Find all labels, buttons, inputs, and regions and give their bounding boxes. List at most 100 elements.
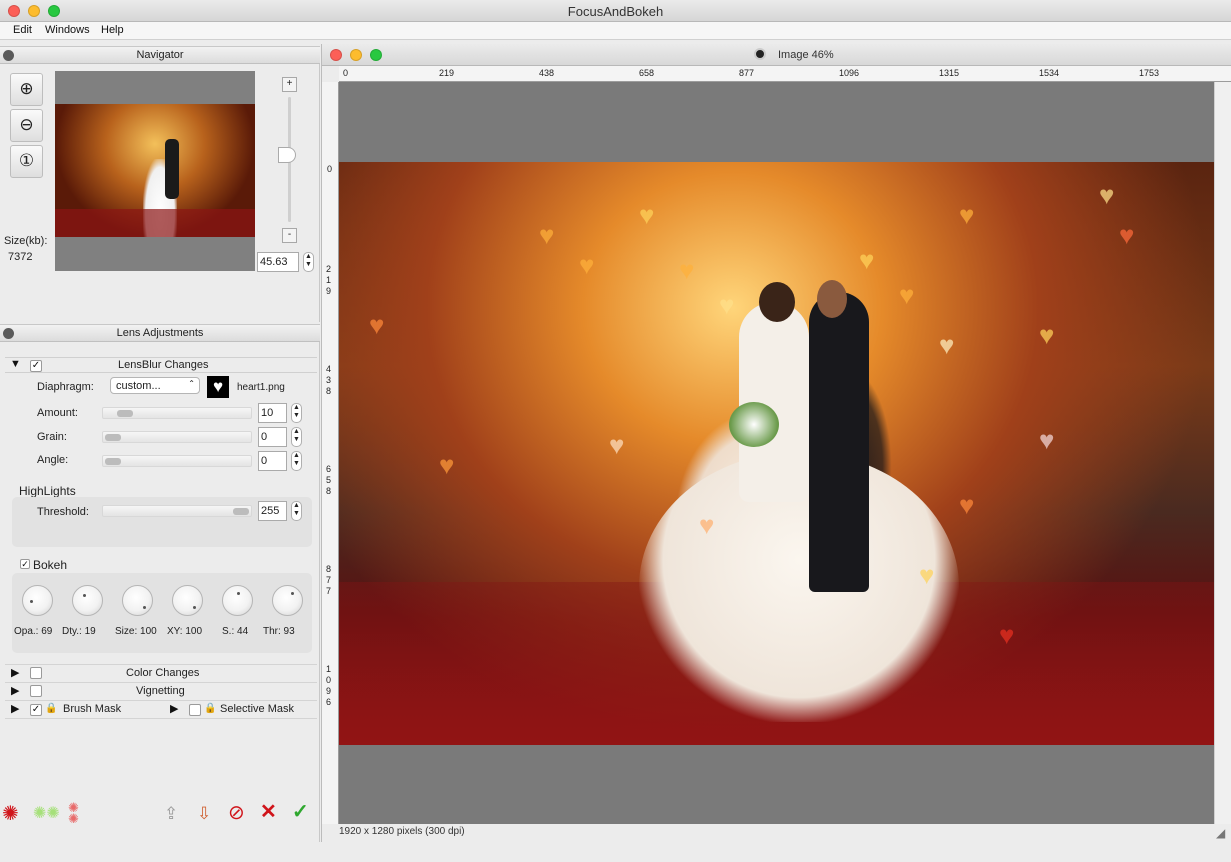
ruler-tick: 877 <box>326 564 332 596</box>
lock-icon[interactable]: 🔒 <box>45 703 57 714</box>
ruler-tick: 658 <box>326 464 332 496</box>
image-zoom-button[interactable] <box>370 49 382 61</box>
bokeh-heart: ♥ <box>959 490 975 520</box>
density-dial[interactable] <box>72 585 103 616</box>
lens-title: Lens Adjustments <box>116 327 204 339</box>
selective-mask-label: Selective Mask <box>220 703 294 715</box>
selective-mask-disclosure-icon[interactable]: ▶ <box>170 702 178 715</box>
angle-slider[interactable] <box>102 455 252 467</box>
bokeh-checkbox[interactable]: ✓ <box>20 559 30 569</box>
bokeh-heart: ♥ <box>1039 320 1055 350</box>
ruler-tick: 1753 <box>1139 68 1160 78</box>
bokeh-green-flower-icon[interactable]: ✺✺ <box>33 804 60 824</box>
zoom-plus-button[interactable]: + <box>282 77 297 92</box>
app-titlebar: FocusAndBokeh <box>0 0 1231 22</box>
panel-detach-icon[interactable] <box>3 50 14 61</box>
lensblur-label: LensBlur Changes <box>118 359 209 371</box>
amount-stepper[interactable]: ▲ ▼ <box>291 403 302 423</box>
bokeh-heart: ♥ <box>1119 220 1135 250</box>
dial-indicator <box>83 594 86 597</box>
import-icon[interactable]: ⇩ <box>197 804 211 824</box>
image-minimize-button[interactable] <box>350 49 362 61</box>
grain-field[interactable]: 0 <box>258 427 287 447</box>
ruler-tick: 219 <box>439 68 455 78</box>
vignetting-checkbox[interactable] <box>30 685 42 697</box>
threshold-slider-knob[interactable] <box>233 508 249 515</box>
panel-detach-icon[interactable] <box>3 328 14 339</box>
resize-grip-icon[interactable]: ◢ <box>1216 826 1225 840</box>
bouquet-shape <box>729 402 779 447</box>
vignetting-disclosure-icon[interactable]: ▶ <box>11 684 19 697</box>
apply-icon[interactable]: ✓ <box>292 802 309 822</box>
navigator-title: Navigator <box>136 49 184 61</box>
amount-slider-knob[interactable] <box>117 410 133 417</box>
grain-stepper[interactable]: ▲ ▼ <box>291 427 302 447</box>
xy-dial[interactable] <box>172 585 203 616</box>
zoom-stepper[interactable]: ▲ ▼ <box>303 252 314 272</box>
bokeh-red-flower-icon[interactable]: ✺ <box>2 804 19 824</box>
bokeh-mixed-flower-icon[interactable]: ✺ ✺ <box>68 801 79 825</box>
menu-edit[interactable]: Edit <box>13 24 32 36</box>
diaphragm-select-value: custom... <box>116 380 161 392</box>
size-value: 7372 <box>8 251 33 263</box>
saturation-dial[interactable] <box>222 585 253 616</box>
ruler-tick: 438 <box>326 364 332 396</box>
cancel-icon[interactable]: ✕ <box>260 802 277 822</box>
menu-help[interactable]: Help <box>101 24 124 36</box>
bokeh-heart: ♥ <box>859 245 875 275</box>
reset-icon[interactable]: ⊘ <box>228 803 245 823</box>
angle-stepper[interactable]: ▲ ▼ <box>291 451 302 471</box>
brush-mask-label: Brush Mask <box>63 703 122 715</box>
xy-dial-label: XY: 100 <box>167 626 203 637</box>
ruler-tick: 0 <box>343 68 349 78</box>
opacity-dial[interactable] <box>22 585 53 616</box>
bokeh-group <box>12 573 312 653</box>
navigator-preview-image[interactable] <box>55 104 255 237</box>
image-window-titlebar: Image 46% <box>322 44 1231 66</box>
brush-mask-disclosure-icon[interactable]: ▶ <box>11 702 19 715</box>
brush-mask-checkbox[interactable]: ✓ <box>30 704 42 716</box>
bokeh-heart: ♥ <box>959 200 975 230</box>
image-window-title: Image 46% <box>778 49 834 61</box>
lensblur-disclosure-icon[interactable]: ▼ <box>10 358 21 370</box>
zoom-minus-button[interactable]: - <box>282 228 297 243</box>
color-changes-disclosure-icon[interactable]: ▶ <box>11 666 19 679</box>
color-changes-checkbox[interactable] <box>30 667 42 679</box>
lensblur-checkbox[interactable]: ✓ <box>30 360 42 372</box>
edited-photo[interactable]: ♥ ♥ ♥ ♥ ♥ ♥ ♥ ♥ ♥ ♥ ♥ ♥ ♥ ♥ ♥ ♥ ♥ ♥ ♥ ♥ <box>339 162 1214 745</box>
diaphragm-select[interactable]: custom... ⌃ <box>110 377 200 394</box>
vertical-scrollbar[interactable] <box>1214 82 1231 824</box>
bokeh-heart: ♥ <box>679 255 695 285</box>
threshold-dial-label: Thr: 93 <box>263 626 295 637</box>
threshold-dial[interactable] <box>272 585 303 616</box>
export-icon[interactable]: ⇪ <box>164 804 178 824</box>
size-dial-label: Size: 100 <box>115 626 157 637</box>
image-close-button[interactable] <box>330 49 342 61</box>
menu-windows[interactable]: Windows <box>45 24 90 36</box>
ruler-tick: 1534 <box>1039 68 1060 78</box>
threshold-field[interactable]: 255 <box>258 501 287 521</box>
zoom-slider-knob[interactable] <box>278 147 296 163</box>
image-window: Image 46% 0 219 438 658 877 1096 1315 15… <box>321 44 1231 842</box>
grain-slider[interactable] <box>102 431 252 443</box>
grain-slider-knob[interactable] <box>105 434 121 441</box>
bokeh-heart: ♥ <box>609 430 625 460</box>
angle-field[interactable]: 0 <box>258 451 287 471</box>
zoom-actual-button[interactable]: ① <box>10 145 43 178</box>
zoom-value-field[interactable]: 45.63 <box>257 252 299 272</box>
amount-slider[interactable] <box>102 407 252 419</box>
zoom-out-button[interactable]: ⊖ <box>10 109 43 142</box>
heart-shape-icon[interactable]: ♥ <box>207 376 229 398</box>
angle-slider-knob[interactable] <box>105 458 121 465</box>
selective-mask-checkbox[interactable] <box>189 704 201 716</box>
ruler-tick: 438 <box>539 68 555 78</box>
bokeh-heart: ♥ <box>939 330 955 360</box>
threshold-stepper[interactable]: ▲ ▼ <box>291 501 302 521</box>
size-dial[interactable] <box>122 585 153 616</box>
threshold-slider[interactable] <box>102 505 252 517</box>
zoom-in-button[interactable]: ⊕ <box>10 73 43 106</box>
lock-icon[interactable]: 🔒 <box>204 703 216 714</box>
amount-field[interactable]: 10 <box>258 403 287 423</box>
zoom-actual-icon: ① <box>18 151 35 170</box>
bokeh-heart: ♥ <box>639 200 655 230</box>
